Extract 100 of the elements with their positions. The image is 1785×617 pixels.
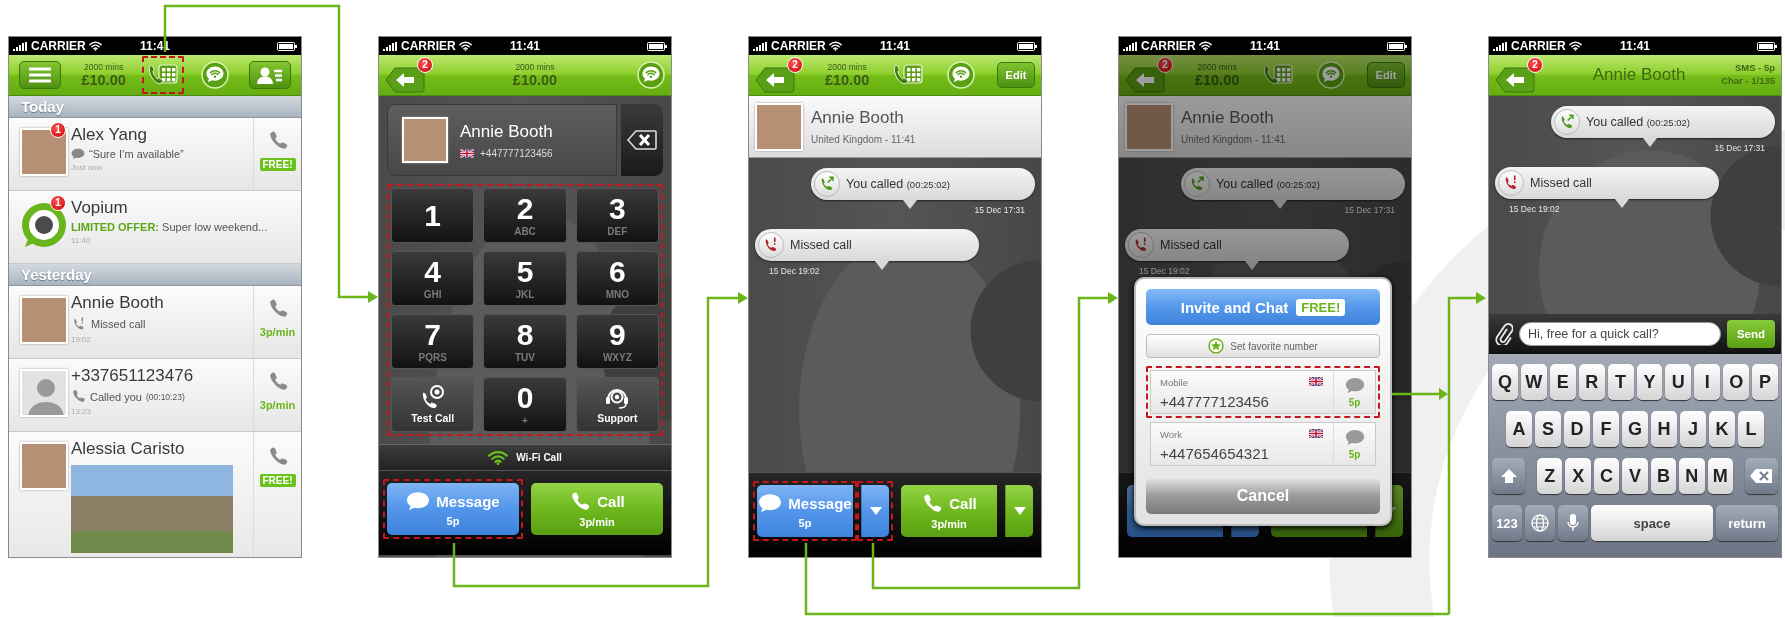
message-time: 15 Dec 17:31 (974, 205, 1025, 215)
message-input[interactable]: Hi, free for a quick call? (1519, 322, 1721, 346)
backspace-icon (627, 130, 657, 150)
keyboard-key[interactable]: X (1565, 458, 1591, 494)
phone-icon (921, 492, 944, 515)
keyboard-key[interactable]: Q (1491, 364, 1518, 400)
bubble-tail (903, 200, 917, 209)
contact-name: Annie Booth (460, 121, 553, 142)
contacts-button[interactable] (249, 61, 291, 89)
battery-icon (1017, 41, 1037, 51)
support-button[interactable]: Support (575, 377, 659, 432)
call-rate: 3p/min (259, 326, 296, 338)
bubble-tail (1643, 138, 1657, 147)
battery-icon (647, 41, 667, 51)
phone-number-option[interactable]: Work +447654654321 5p (1150, 422, 1376, 466)
call-log-item[interactable]: 1 Alex Yang “Sure I’m available” Just now FREE! (9, 118, 301, 191)
battery-icon (1757, 41, 1777, 51)
keypad-key[interactable]: 4 GHI (391, 251, 475, 306)
minutes-label: 2000 mins (83, 62, 124, 71)
keyboard-key[interactable]: V (1622, 458, 1648, 494)
set-favorite-button[interactable]: Set favorite number (1146, 334, 1380, 358)
keyboard-key[interactable]: B (1650, 458, 1677, 494)
keyboard-key[interactable]: R (1578, 364, 1605, 400)
avatar-photo (755, 102, 803, 151)
keypad-key[interactable]: 5 JKL (483, 251, 567, 306)
wifi-bubble-icon[interactable] (200, 61, 229, 89)
menu-button[interactable] (19, 61, 61, 89)
notification-badge: 2 (787, 57, 803, 73)
keyboard-key[interactable]: M (1707, 458, 1733, 494)
keypad-key[interactable]: 1 (391, 188, 475, 243)
keyboard-key[interactable]: Y (1636, 364, 1663, 400)
call-log-item[interactable]: +337651123476 Called you (00:10:23) 13:23 3p/min (9, 359, 301, 432)
keyboard-key[interactable]: W (1520, 364, 1547, 400)
keypad-key[interactable]: 9 WXYZ (575, 314, 659, 369)
star-icon (1208, 338, 1225, 354)
status-time: 11:41 (880, 39, 910, 53)
battery-icon (277, 41, 297, 51)
signal-icon (753, 41, 768, 51)
delete-button[interactable] (621, 104, 663, 176)
wifi-bubble-icon[interactable] (1317, 61, 1346, 89)
space-key[interactable]: space (1591, 505, 1713, 541)
message-time: 15 Dec 17:31 (1714, 143, 1765, 153)
keyboard-key[interactable]: K (1709, 411, 1735, 447)
carrier-name: CARRIER (1511, 39, 1566, 53)
balance-label: £10.00 (824, 73, 870, 88)
keypad-key[interactable]: 0 + (483, 377, 567, 432)
globe-icon (1531, 514, 1549, 532)
keypad-key[interactable]: 8 TUV (483, 314, 567, 369)
keyboard-key[interactable]: L (1738, 411, 1764, 447)
wifi-icon (488, 450, 509, 465)
keyboard-key[interactable]: C (1593, 458, 1620, 494)
keyboard-key[interactable]: A (1506, 411, 1532, 447)
keypad-key[interactable]: 6 MNO (575, 251, 659, 306)
keyboard-key[interactable]: F (1593, 411, 1619, 447)
keyboard-key[interactable]: T (1607, 364, 1634, 400)
keyboard-key[interactable]: H (1651, 411, 1677, 447)
keyboard-key[interactable]: D (1564, 411, 1590, 447)
timestamp: 19:02 (71, 335, 93, 344)
shift-key[interactable] (1492, 458, 1526, 494)
keypad-key[interactable]: 3 DEF (575, 188, 659, 243)
keyboard-key[interactable]: G (1622, 411, 1648, 447)
delete-key[interactable] (1744, 458, 1778, 494)
contact-name: Alessia Caristo (71, 439, 186, 459)
keypad-key[interactable]: 7 PQRS (391, 314, 475, 369)
speech-bubbles-icon (71, 148, 85, 160)
wifi-signal-icon (828, 41, 842, 51)
message-time: 15 Dec 19:02 (1138, 266, 1191, 276)
message-time: 15 Dec 17:31 (1344, 205, 1395, 215)
keyboard-key[interactable]: I (1694, 364, 1721, 400)
balance-label: £10.00 (512, 73, 558, 88)
message-text: Missed call (1160, 238, 1222, 252)
dropdown-button[interactable] (1005, 485, 1033, 537)
keyboard-key[interactable]: N (1679, 458, 1705, 494)
keyboard-key[interactable]: S (1535, 411, 1561, 447)
keypad-key[interactable]: 2 ABC (483, 188, 567, 243)
microphone-icon (1567, 514, 1579, 532)
carrier-name: CARRIER (31, 39, 86, 53)
wifi-bubble-icon[interactable] (947, 61, 976, 89)
keyboard-key[interactable]: E (1549, 364, 1576, 400)
wifi-bubble-icon[interactable] (637, 61, 665, 89)
message-text: Missed call (1530, 176, 1592, 190)
microphone-key[interactable] (1558, 505, 1588, 541)
call-log-item[interactable]: Alessia Caristo FREE! (9, 432, 301, 557)
keyboard-key[interactable]: U (1665, 364, 1692, 400)
call-log-item[interactable]: Annie Booth Missed call 19:02 3p/min (9, 286, 301, 359)
keyboard-key[interactable]: Z (1537, 458, 1563, 494)
test-call-button[interactable]: Test Call (391, 377, 475, 432)
keyboard-key[interactable]: J (1680, 411, 1706, 447)
phone-number-option[interactable]: Mobile +447777123456 5p (1150, 370, 1376, 414)
keyboard-key[interactable]: P (1752, 364, 1779, 400)
globe-key[interactable] (1525, 505, 1555, 541)
paperclip-icon[interactable] (1495, 323, 1513, 345)
wifi-signal-icon (88, 41, 102, 51)
free-badge: FREE! (259, 474, 296, 487)
avatar-photo (402, 117, 448, 163)
notification-badge: 1 (50, 122, 66, 138)
minutes-label: 2000 mins (827, 62, 867, 71)
keyboard-key[interactable]: O (1723, 364, 1750, 400)
call-log-item[interactable]: 1 Vopium LIMITED OFFER: Super low weekend... 11:40 (9, 191, 301, 264)
avatar-photo (20, 442, 68, 490)
